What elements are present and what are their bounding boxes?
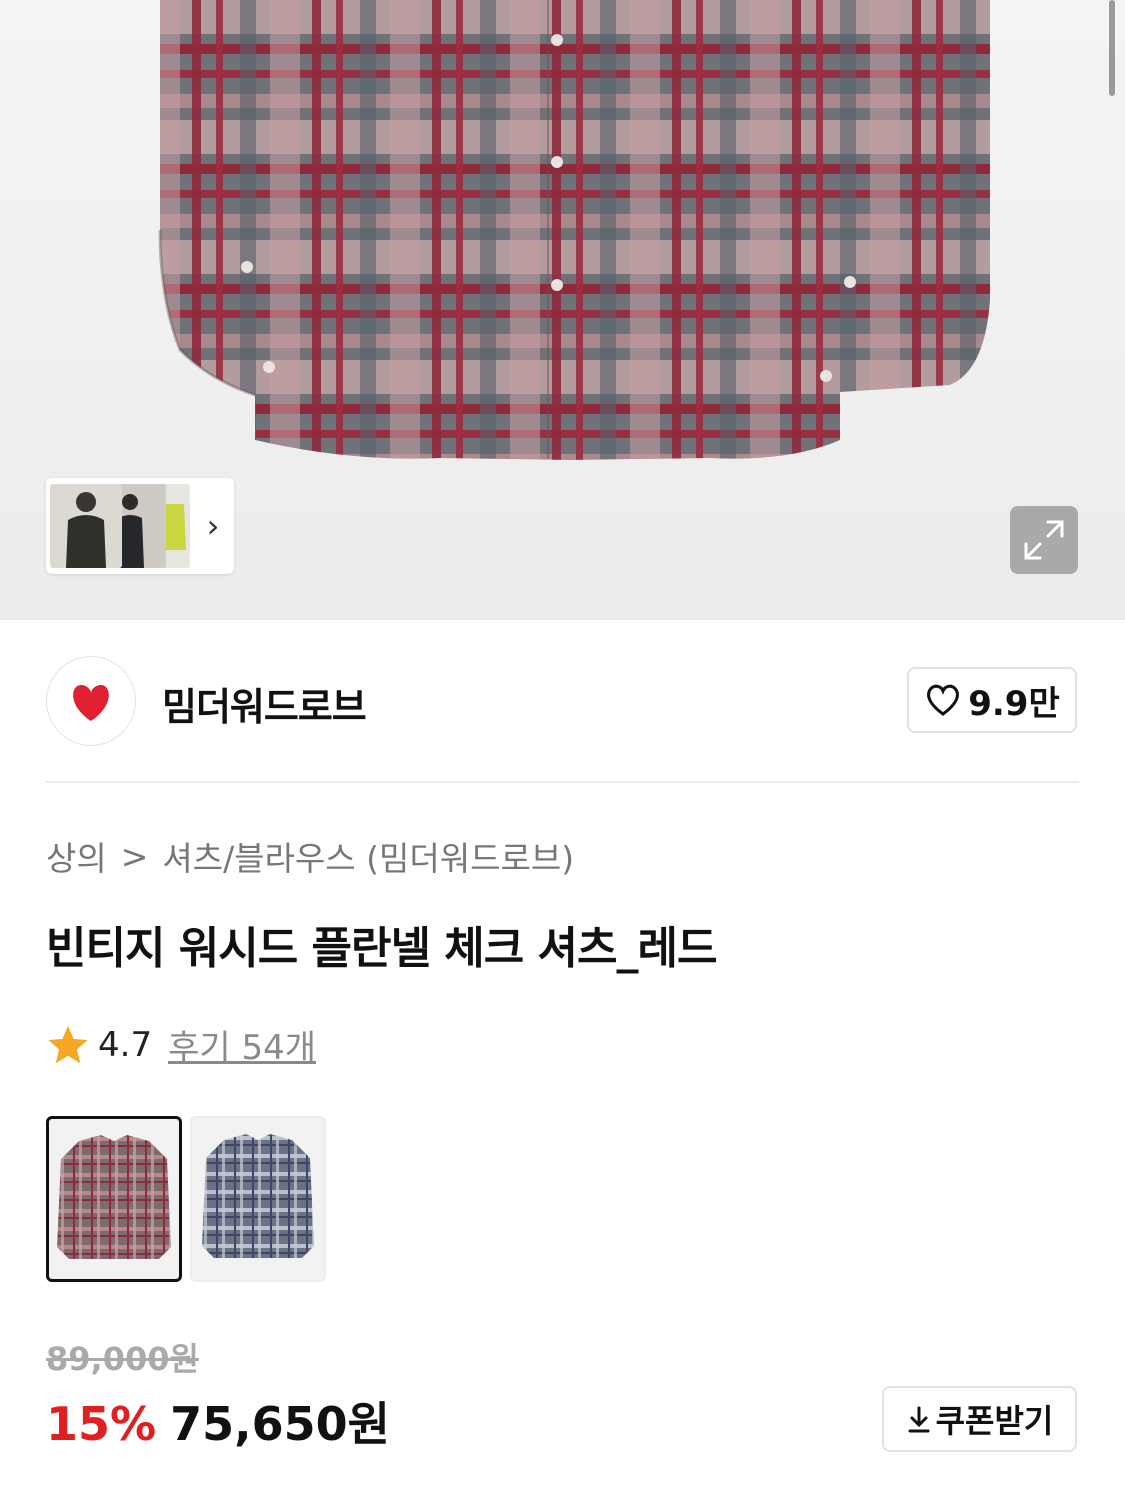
rating-value: 4.7 xyxy=(98,1024,153,1065)
divider xyxy=(46,781,1079,783)
price-row: 15% 75,650원 xyxy=(46,1388,390,1454)
discount-rate: 15% xyxy=(46,1397,157,1451)
thumbnail-model-image-2[interactable] xyxy=(116,484,166,568)
breadcrumb-category[interactable]: 상의 xyxy=(46,832,107,880)
review-count-link[interactable]: 후기 54개 xyxy=(168,1020,316,1069)
original-price: 89,000원 xyxy=(46,1340,199,1378)
expand-icon xyxy=(1024,520,1064,560)
download-icon xyxy=(908,1406,930,1433)
variant-swatch-red[interactable] xyxy=(46,1116,182,1282)
coupon-label: 쿠폰받기 xyxy=(935,1402,1054,1440)
heart-logo-icon xyxy=(73,685,109,721)
sale-price: 75,650원 xyxy=(170,1397,390,1451)
brand-logo[interactable] xyxy=(46,656,136,746)
chevron-right-icon[interactable]: › xyxy=(198,502,228,550)
thumbnail-model-image[interactable] xyxy=(50,484,122,568)
expand-image-button[interactable] xyxy=(1010,506,1078,574)
breadcrumb: 상의 > 셔츠/블라우스 (밈더워드로브) xyxy=(46,832,574,880)
star-icon xyxy=(48,1025,88,1063)
breadcrumb-subcategory[interactable]: 셔츠/블라우스 (밈더워드로브) xyxy=(162,832,574,880)
like-count: 9.9만 xyxy=(968,683,1060,724)
product-main-image[interactable]: › xyxy=(0,0,1125,620)
image-thumbnail-strip[interactable]: › xyxy=(46,478,234,574)
product-title: 빈티지 워시드 플란넬 체크 셔츠_레드 xyxy=(46,923,717,974)
variant-swatch-blue[interactable] xyxy=(190,1116,326,1282)
red-shirt-thumbnail xyxy=(57,1135,171,1259)
heart-outline-icon xyxy=(927,684,960,716)
plaid-shirt-image xyxy=(158,0,990,460)
scrollbar[interactable] xyxy=(1109,0,1115,96)
breadcrumb-separator-icon: > xyxy=(120,836,149,876)
brand-name[interactable]: 밈더워드로브 xyxy=(162,676,367,731)
coupon-download-button[interactable]: 쿠폰받기 xyxy=(882,1386,1077,1452)
rating-row: 4.7 후기 54개 xyxy=(46,1020,316,1069)
blue-shirt-thumbnail xyxy=(202,1134,314,1258)
brand-like-button[interactable]: 9.9만 xyxy=(907,667,1077,733)
